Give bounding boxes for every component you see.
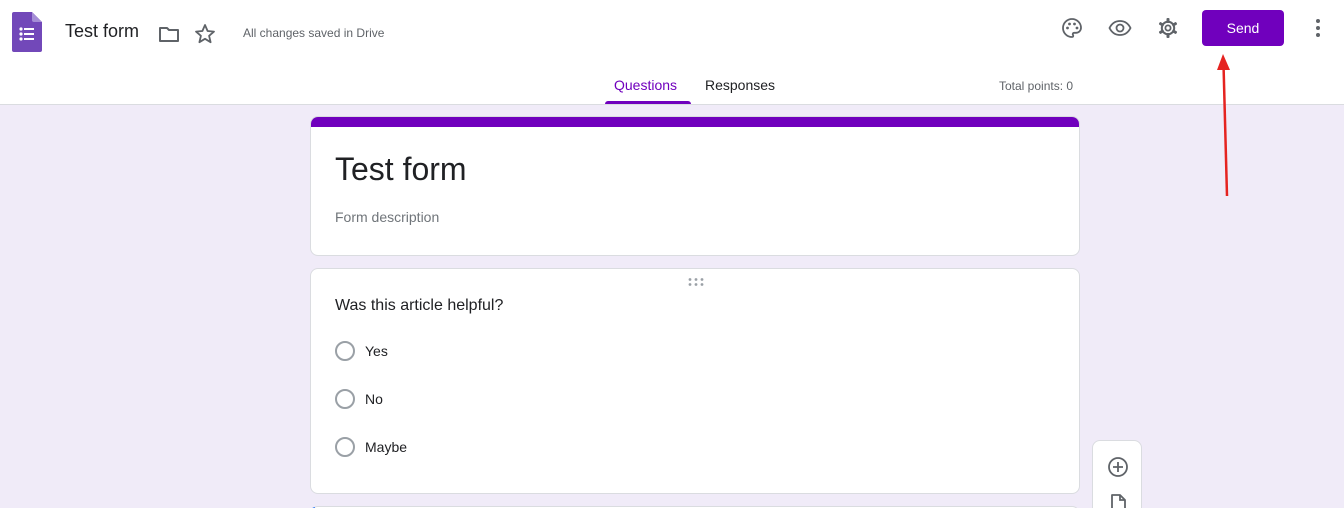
question-title[interactable]: Was this article helpful? [335, 297, 503, 315]
eye-icon[interactable] [1108, 16, 1132, 40]
form-description-field[interactable]: Form description [335, 209, 439, 225]
drag-handle-icon[interactable] [687, 277, 705, 287]
annotation-arrow [1217, 54, 1230, 197]
form-title-card[interactable]: Test form Form description [310, 116, 1080, 256]
radio-button[interactable] [335, 341, 355, 361]
radio-button[interactable] [335, 389, 355, 409]
document-title[interactable]: Test form [65, 21, 139, 42]
folder-icon[interactable] [157, 22, 181, 46]
title-card-accent [311, 117, 1079, 127]
option-label: No [365, 391, 383, 407]
floating-toolbar [1092, 440, 1142, 508]
gear-icon[interactable] [1156, 16, 1180, 40]
option-label: Maybe [365, 439, 408, 455]
star-icon[interactable] [193, 22, 217, 46]
palette-icon[interactable] [1060, 16, 1084, 40]
google-forms-icon[interactable] [12, 12, 42, 52]
tab-bar: Questions Responses Total points: 0 [0, 66, 1344, 104]
add-circle-icon[interactable] [1106, 455, 1130, 479]
radio-button[interactable] [335, 437, 355, 457]
question-card[interactable]: Was this article helpful? Yes No Maybe [310, 268, 1080, 494]
save-status: All changes saved in Drive [243, 26, 385, 40]
active-tab-indicator [605, 101, 691, 104]
option-label: Yes [365, 343, 388, 359]
tab-responses[interactable]: Responses [705, 77, 775, 93]
form-title[interactable]: Test form [335, 151, 467, 188]
total-points: Total points: 0 [999, 79, 1074, 93]
import-file-icon[interactable] [1106, 493, 1130, 508]
send-button[interactable]: Send [1202, 10, 1284, 46]
tab-questions[interactable]: Questions [614, 77, 677, 93]
app-header: Test form All changes saved in Drive Sen… [0, 0, 1344, 105]
more-vert-icon[interactable] [1306, 16, 1330, 40]
